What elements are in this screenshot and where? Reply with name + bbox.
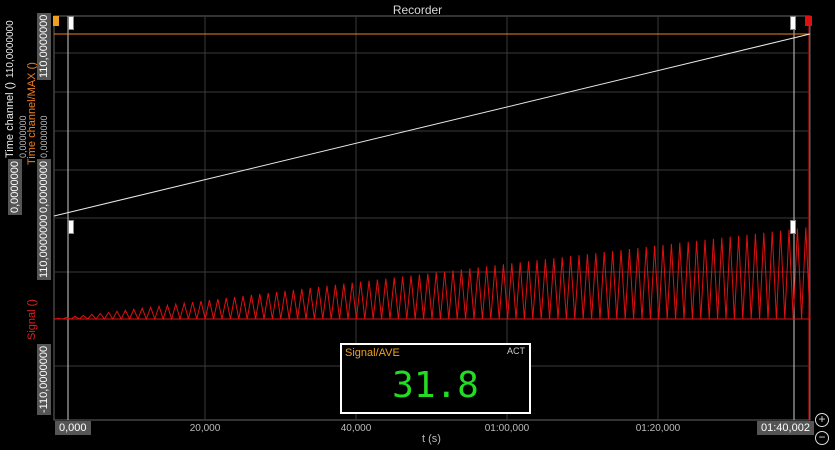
- lower-top-value: 110,0000000: [37, 212, 51, 280]
- x-tick-label: 01:00,000: [484, 423, 530, 434]
- cursor-marker-left[interactable]: [68, 16, 74, 30]
- display-channel-name: Signal/AVE: [345, 347, 400, 359]
- value-display-widget[interactable]: Signal/AVE ACT 31.8: [340, 343, 531, 414]
- flag-icon[interactable]: [53, 16, 59, 26]
- upper-right-bottom-value: 0,0000000: [37, 159, 51, 215]
- signal-trace: [53, 227, 811, 321]
- zoom-out-button[interactable]: −: [815, 431, 829, 445]
- cursor-marker-right-lower[interactable]: [790, 220, 796, 234]
- lower-bottom-value: -110,0000000: [37, 343, 51, 415]
- upper-left-channel-label: Time channel (): [4, 81, 16, 158]
- display-mode: ACT: [507, 346, 525, 356]
- x-axis-end-value: 01:40,002: [757, 421, 814, 435]
- recorder-title: Recorder: [392, 3, 443, 17]
- x-tick-label: 20,000: [189, 423, 221, 434]
- upper-left-bottom-value: 0,0000000: [8, 159, 22, 215]
- display-value: 31.8: [392, 365, 479, 406]
- x-tick-label: 01:20,000: [635, 423, 681, 434]
- x-axis-start-value: 0,000: [55, 421, 91, 435]
- upper-left-top-value: 110,0000000: [5, 20, 16, 78]
- red-flag-icon[interactable]: [805, 16, 812, 26]
- lower-channel-label: Signal (): [26, 299, 38, 340]
- zoom-in-button[interactable]: +: [815, 413, 829, 427]
- time-channel-line: [53, 33, 811, 217]
- upper-right-mid-value: 0,0000000: [39, 115, 49, 158]
- x-tick-label: 40,000: [340, 423, 372, 434]
- cursor-marker-left-lower[interactable]: [68, 220, 74, 234]
- cursor-marker-right[interactable]: [790, 16, 796, 30]
- x-axis-label: t (s): [422, 433, 441, 445]
- upper-right-top-value: 110,0000000: [37, 12, 51, 80]
